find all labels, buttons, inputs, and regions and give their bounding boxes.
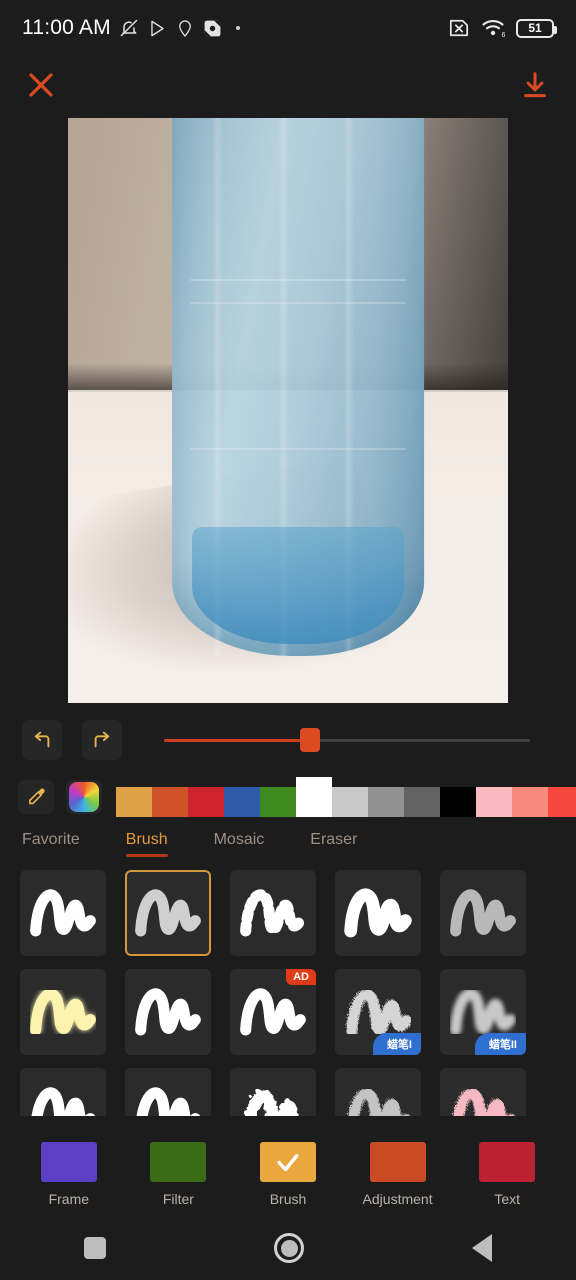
svg-text:6: 6 — [502, 32, 506, 38]
location-pin-icon — [178, 19, 191, 37]
editor-bottom-toolbar[interactable]: Frame Filter Brush Adjustment Text — [0, 1132, 576, 1216]
brush-row — [20, 1068, 556, 1116]
brush-grid[interactable]: AD 蜡笔I 蜡笔II — [0, 864, 576, 1116]
bottom-tool-label: Brush — [269, 1190, 307, 1207]
color-swatch[interactable] — [548, 787, 576, 817]
slider-fill — [164, 738, 311, 742]
highlighter-brush[interactable] — [125, 969, 211, 1055]
color-swatch[interactable] — [260, 787, 296, 817]
bottom-tool-text[interactable]: Text — [461, 1141, 553, 1207]
play-store-icon — [151, 20, 164, 36]
color-swatch-list[interactable] — [116, 777, 576, 817]
bottom-tool-label: Frame — [48, 1190, 90, 1207]
photo-blue-bottle — [172, 117, 425, 656]
color-swatch[interactable] — [116, 787, 152, 817]
status-bar: 11:00 AM 6 51 — [0, 0, 576, 56]
status-bar-clock: 11:00 AM — [22, 16, 111, 39]
close-icon[interactable] — [26, 70, 56, 100]
brush-icon — [259, 1141, 316, 1182]
battery-icon: 51 — [516, 18, 557, 38]
color-swatch[interactable] — [440, 787, 476, 817]
tab-mosaic[interactable]: Mosaic — [214, 831, 265, 854]
bottom-tool-label: Adjustment — [362, 1190, 433, 1207]
eyedropper-button[interactable] — [18, 780, 54, 814]
bottom-tool-brush[interactable]: Brush — [242, 1141, 334, 1207]
color-swatch[interactable] — [152, 787, 188, 817]
neon-glow-brush[interactable] — [20, 969, 106, 1055]
color-swatch[interactable] — [476, 787, 512, 817]
tool-tab-bar[interactable]: Favorite Brush Mosaic Eraser — [0, 820, 576, 864]
soft-gray-brush[interactable] — [440, 870, 526, 956]
google-maps-icon — [204, 20, 221, 36]
brush-size-slider[interactable] — [164, 720, 554, 760]
check-icon — [277, 1153, 299, 1171]
crayon-two-brush[interactable]: 蜡笔II — [440, 969, 526, 1055]
tab-brush[interactable]: Brush — [125, 831, 168, 857]
bottom-tool-frame[interactable]: Frame — [23, 1141, 115, 1207]
color-palette-row — [0, 774, 576, 820]
bold-marker-brush[interactable] — [335, 870, 421, 956]
battery-level-label: 51 — [528, 21, 542, 35]
color-swatch[interactable] — [404, 787, 440, 817]
bottom-tool-label: Filter — [162, 1190, 194, 1207]
wifi-icon: 6 — [482, 20, 506, 38]
undo-icon — [34, 731, 50, 748]
status-bar-left-icons — [119, 18, 240, 38]
round-white-brush-2[interactable] — [125, 1068, 211, 1116]
adjustment-icon — [369, 1141, 426, 1182]
photo-canvas-area — [0, 114, 576, 706]
status-bar-right-icons: 6 51 — [448, 18, 557, 38]
photo-bottle-base — [192, 526, 404, 645]
smooth-marker-brush[interactable] — [20, 870, 106, 956]
pixel-brush[interactable] — [230, 1068, 316, 1116]
brush-row — [20, 870, 556, 956]
eyedropper-icon — [29, 788, 45, 805]
color-swatch[interactable] — [332, 787, 368, 817]
color-swatch[interactable] — [188, 787, 224, 817]
color-swatch[interactable] — [224, 787, 260, 817]
bottom-tool-adjustment[interactable]: Adjustment — [352, 1141, 444, 1207]
color-swatch[interactable] — [368, 787, 404, 817]
dotted-brush[interactable] — [230, 870, 316, 956]
chalk-brush[interactable] — [125, 870, 211, 956]
redo-button[interactable] — [82, 720, 122, 760]
home-icon[interactable] — [274, 1233, 304, 1263]
color-swatch[interactable] — [296, 777, 332, 817]
download-icon[interactable] — [520, 70, 550, 100]
edited-photo[interactable] — [68, 117, 508, 703]
glitter-gray-brush[interactable] — [335, 1068, 421, 1116]
photo-bottle-ridge — [189, 301, 407, 304]
sim-off-icon — [449, 19, 469, 37]
back-icon[interactable] — [472, 1234, 492, 1262]
edit-controls-row — [0, 706, 576, 774]
dashed-arrow-brush[interactable]: AD — [230, 969, 316, 1055]
text-icon — [479, 1141, 536, 1182]
bottom-tool-label: Text — [494, 1190, 521, 1207]
round-white-brush[interactable] — [20, 1068, 106, 1116]
crayon-one-brush[interactable]: 蜡笔I — [335, 969, 421, 1055]
undo-button[interactable] — [22, 720, 62, 760]
tab-favorite[interactable]: Favorite — [22, 831, 80, 854]
slider-thumb[interactable] — [300, 728, 321, 752]
color-wheel-button[interactable] — [66, 780, 102, 814]
brush-name-badge: 蜡笔I — [372, 1033, 421, 1055]
filter-icon — [150, 1141, 207, 1182]
silent-mode-icon — [120, 19, 138, 37]
android-nav-bar — [0, 1216, 576, 1280]
color-wheel-icon — [69, 782, 99, 812]
tab-eraser[interactable]: Eraser — [310, 831, 357, 854]
photo-bottle-ridge — [189, 447, 407, 450]
brush-name-badge: 蜡笔II — [474, 1033, 526, 1055]
redo-icon — [94, 731, 110, 748]
brush-row: AD 蜡笔I 蜡笔II — [20, 969, 556, 1055]
bottom-tool-filter[interactable]: Filter — [132, 1141, 224, 1207]
photo-bottle-ridge — [189, 279, 407, 282]
editor-top-bar — [0, 56, 576, 114]
recents-icon[interactable] — [84, 1237, 106, 1259]
more-dot-icon — [235, 26, 240, 30]
color-swatch[interactable] — [512, 787, 548, 817]
glitter-pink-brush[interactable] — [440, 1068, 526, 1116]
ad-badge: AD — [286, 969, 316, 985]
frame-icon — [40, 1141, 97, 1182]
